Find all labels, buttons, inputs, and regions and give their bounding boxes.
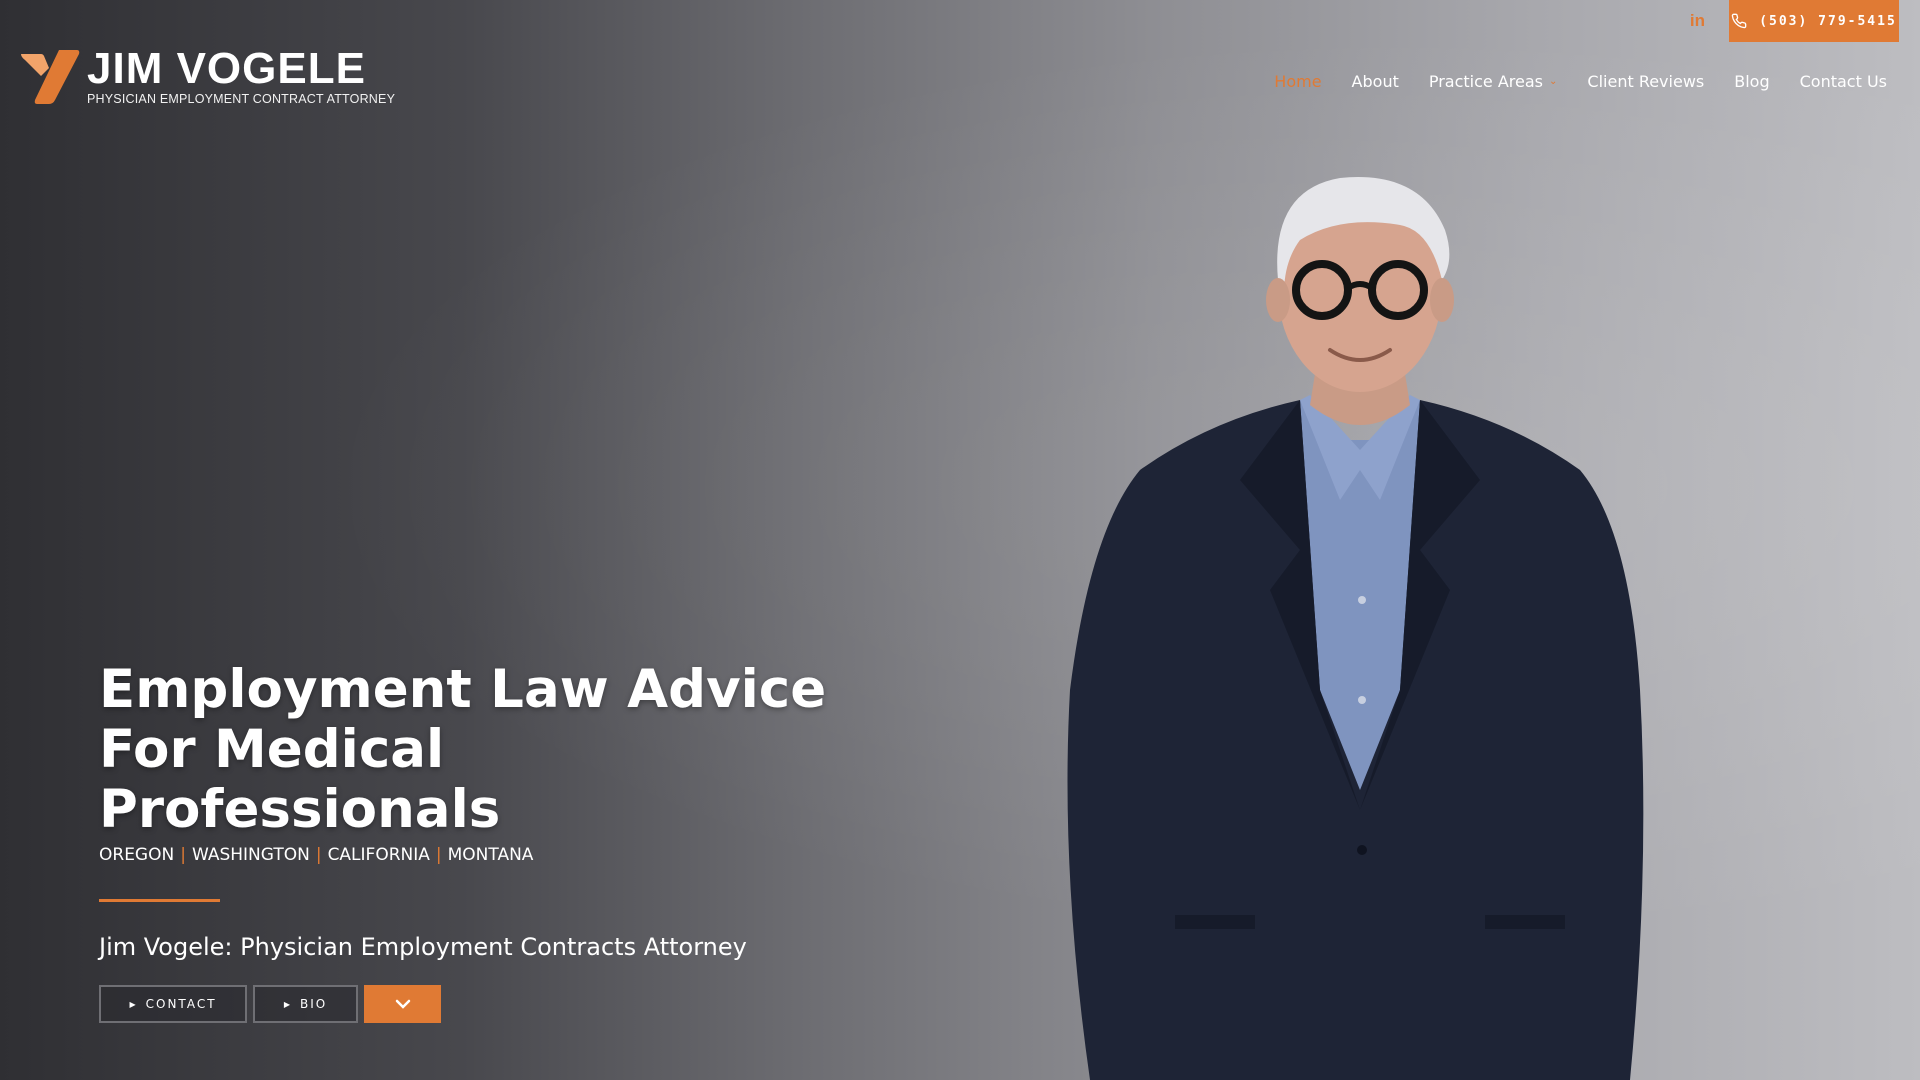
logo-mark-icon — [21, 50, 80, 104]
phone-button[interactable]: (503) 779-5415 — [1729, 0, 1899, 42]
hero-section: Employment Law Advice For Medical Profes… — [99, 660, 859, 1023]
phone-icon — [1731, 13, 1747, 29]
hero-title-line-2: For Medical Professionals — [99, 719, 501, 840]
state-separator: | — [180, 845, 186, 865]
state-oregon: OREGON — [99, 845, 175, 865]
main-nav: Home About Practice Areas ⌄ Client Review… — [1274, 72, 1887, 91]
state-california: CALIFORNIA — [327, 845, 430, 865]
logo-name: JIM VOGELE — [87, 44, 366, 93]
chevron-down-icon: ⌄ — [1549, 76, 1558, 87]
attorney-portrait — [1067, 177, 1644, 1080]
hero-tagline: Jim Vogele: Physician Employment Contrac… — [99, 933, 747, 961]
nav-label: Contact Us — [1799, 72, 1887, 91]
nav-item-blog[interactable]: Blog — [1734, 72, 1769, 91]
nav-item-about[interactable]: About — [1352, 72, 1399, 91]
hero-title-line-1: Employment Law Advice — [99, 659, 827, 720]
site-logo[interactable]: JIM VOGELE PHYSICIAN EMPLOYMENT CONTRACT… — [19, 44, 396, 106]
logo-subtitle: PHYSICIAN EMPLOYMENT CONTRACT ATTORNEY — [87, 92, 396, 106]
hero-title: Employment Law Advice For Medical Profes… — [99, 660, 859, 840]
phone-number: (503) 779-5415 — [1759, 13, 1897, 29]
utility-bar: in (503) 779-5415 — [1684, 0, 1899, 42]
contact-button[interactable]: ▶ CONTACT — [99, 985, 247, 1023]
state-washington: WASHINGTON — [191, 845, 310, 865]
contact-button-label: CONTACT — [145, 997, 217, 1011]
state-montana: MONTANA — [447, 845, 534, 865]
nav-item-client-reviews[interactable]: Client Reviews — [1587, 72, 1704, 91]
page: in (503) 779-5415 JIM VOGELE PHYSICIAN E… — [0, 0, 1920, 1080]
nav-label: Home — [1274, 72, 1322, 91]
states-list: OREGON | WASHINGTON | CALIFORNIA | MONTA… — [99, 845, 859, 865]
accent-divider — [99, 899, 220, 902]
chevron-down-icon — [395, 999, 410, 1009]
state-separator: | — [435, 845, 442, 865]
scroll-down-button[interactable] — [364, 985, 441, 1023]
linkedin-icon[interactable]: in — [1684, 11, 1711, 31]
nav-item-practice-areas[interactable]: Practice Areas ⌄ — [1429, 72, 1558, 91]
state-separator: | — [315, 845, 322, 865]
hero-buttons: ▶ CONTACT ▶ BIO — [99, 985, 859, 1023]
nav-label: Practice Areas — [1428, 72, 1544, 91]
nav-item-contact-us[interactable]: Contact Us — [1800, 72, 1887, 91]
caret-right-icon: ▶ — [129, 999, 136, 1009]
bio-button-label: BIO — [299, 997, 328, 1011]
nav-label: Client Reviews — [1587, 72, 1705, 91]
nav-item-home[interactable]: Home — [1274, 72, 1321, 91]
nav-label: Blog — [1734, 72, 1770, 91]
nav-label: About — [1351, 72, 1399, 91]
caret-right-icon: ▶ — [283, 999, 290, 1009]
bio-button[interactable]: ▶ BIO — [253, 985, 358, 1023]
